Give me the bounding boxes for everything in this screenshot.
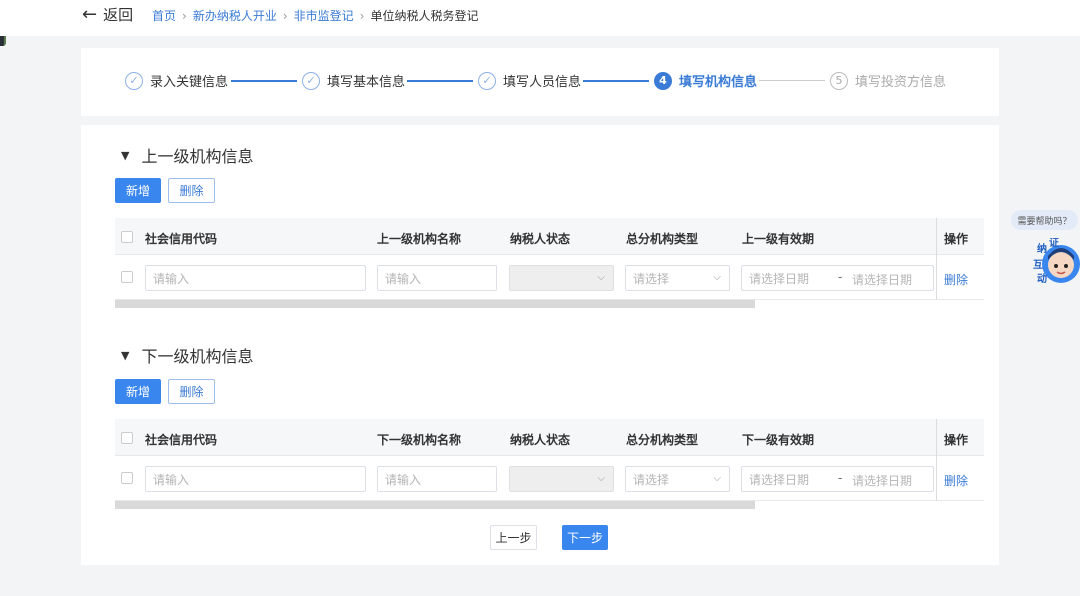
chevron-down-icon: ⌵ bbox=[597, 473, 605, 484]
step-3: ✓ 填写人员信息 bbox=[478, 71, 581, 90]
chevron-down-icon: ⌵ bbox=[713, 272, 721, 283]
column-header: 下一级有效期 bbox=[742, 433, 815, 447]
step-4: 4 填写机构信息 bbox=[654, 71, 757, 90]
taxpayer-status-select: ⌵ bbox=[509, 265, 614, 291]
column-header: 下一级机构名称 bbox=[377, 433, 462, 447]
badge-char: 互 bbox=[1033, 259, 1043, 271]
step-connector bbox=[583, 80, 649, 82]
step-number: 4 bbox=[654, 71, 672, 90]
assistant-mascot-icon: 纳 证 互 动 bbox=[1033, 237, 1080, 285]
step-label: 填写机构信息 bbox=[679, 75, 758, 90]
breadcrumb-new-taxpayer[interactable]: 新办纳税人开业 bbox=[193, 7, 277, 24]
section-title-text: 下一级机构信息 bbox=[141, 347, 254, 366]
delete-button[interactable]: 删除 bbox=[168, 178, 215, 203]
chevron-right-icon: › bbox=[182, 8, 187, 23]
select-placeholder: 请选择 bbox=[633, 472, 670, 487]
chevron-down-icon: ⌵ bbox=[713, 473, 721, 484]
fixed-column-divider bbox=[936, 419, 937, 501]
range-separator: - bbox=[838, 471, 843, 485]
horizontal-scrollbar[interactable] bbox=[115, 501, 755, 509]
step-label: 填写基本信息 bbox=[327, 75, 406, 90]
fixed-column-divider bbox=[936, 218, 937, 300]
step-5: 5 填写投资方信息 bbox=[830, 71, 946, 90]
caret-down-icon: ▼ bbox=[121, 348, 130, 362]
step-label: 填写人员信息 bbox=[503, 75, 582, 90]
section-title-text: 上一级机构信息 bbox=[141, 147, 254, 166]
step-label: 录入关键信息 bbox=[150, 75, 229, 90]
start-date-placeholder: 请选择日期 bbox=[749, 472, 810, 487]
step-connector bbox=[759, 80, 825, 81]
table-header: 社会信用代码 下一级机构名称 纳税人状态 总分机构类型 下一级有效期 操作 bbox=[115, 419, 984, 456]
column-header: 总分机构类型 bbox=[626, 232, 699, 246]
badge-char: 动 bbox=[1037, 272, 1047, 285]
select-all-checkbox[interactable] bbox=[121, 432, 133, 444]
horizontal-scrollbar[interactable] bbox=[115, 300, 755, 308]
row-checkbox[interactable] bbox=[121, 271, 133, 283]
org-name-input[interactable]: 请输入 bbox=[377, 466, 497, 492]
org-name-input[interactable]: 请输入 bbox=[377, 265, 497, 291]
step-1: ✓ 录入关键信息 bbox=[125, 71, 228, 90]
table-row: 请输入 请输入 ⌵ 请选择 ⌵ 请选择日期 - 请选择日期 删除 bbox=[115, 255, 984, 300]
row-delete-link[interactable]: 删除 bbox=[944, 271, 968, 288]
check-icon: ✓ bbox=[478, 71, 496, 90]
column-header: 操作 bbox=[944, 433, 969, 447]
caret-down-icon: ▼ bbox=[121, 148, 130, 162]
table-header: 社会信用代码 上一级机构名称 纳税人状态 总分机构类型 上一级有效期 操作 bbox=[115, 218, 984, 255]
step-connector bbox=[231, 80, 297, 82]
badge-char: 纳 bbox=[1037, 242, 1047, 255]
section-title-child-org[interactable]: ▼ 下一级机构信息 bbox=[121, 343, 253, 367]
credit-code-input[interactable]: 请输入 bbox=[145, 466, 366, 492]
range-separator: - bbox=[838, 270, 843, 284]
breadcrumb: 首页 › 新办纳税人开业 › 非市监登记 › 单位纳税人税务登记 bbox=[152, 7, 479, 24]
column-header: 社会信用代码 bbox=[145, 232, 218, 246]
end-date-placeholder[interactable]: 请选择日期 bbox=[852, 472, 912, 489]
column-header: 总分机构类型 bbox=[626, 433, 699, 447]
top-bar: ← 返回 首页 › 新办纳税人开业 › 非市监登记 › 单位纳税人税务登记 bbox=[0, 0, 1080, 36]
step-label: 填写投资方信息 bbox=[855, 75, 947, 90]
chevron-down-icon: ⌵ bbox=[597, 272, 605, 283]
badge-char: 证 bbox=[1049, 238, 1059, 249]
section-title-parent-org[interactable]: ▼ 上一级机构信息 bbox=[121, 143, 253, 167]
row-delete-link[interactable]: 删除 bbox=[944, 472, 968, 489]
credit-code-input[interactable]: 请输入 bbox=[145, 265, 366, 291]
org-type-select[interactable]: 请选择 ⌵ bbox=[625, 265, 730, 291]
breadcrumb-non-market-reg[interactable]: 非市监登记 bbox=[294, 7, 354, 24]
step-connector bbox=[407, 80, 473, 82]
breadcrumb-home[interactable]: 首页 bbox=[152, 7, 176, 24]
back-label: 返回 bbox=[103, 6, 134, 24]
chevron-right-icon: › bbox=[282, 8, 288, 23]
arrow-left-icon: ← bbox=[82, 3, 98, 25]
assistant-avatar[interactable]: 纳 证 互 动 bbox=[1031, 237, 1080, 288]
next-step-button[interactable]: 下一步 bbox=[562, 525, 608, 550]
taxpayer-status-select: ⌵ bbox=[509, 466, 614, 492]
column-header: 上一级有效期 bbox=[742, 232, 815, 246]
chevron-right-icon: › bbox=[359, 8, 365, 23]
breadcrumb-current: 单位纳税人税务登记 bbox=[370, 9, 479, 23]
start-date-placeholder: 请选择日期 bbox=[749, 271, 810, 286]
column-header: 操作 bbox=[944, 232, 969, 246]
check-icon: ✓ bbox=[302, 71, 320, 90]
org-type-select[interactable]: 请选择 ⌵ bbox=[625, 466, 730, 492]
table-row: 请输入 请输入 ⌵ 请选择 ⌵ 请选择日期 - 请选择日期 删除 bbox=[115, 456, 984, 501]
step-2: ✓ 填写基本信息 bbox=[302, 71, 405, 90]
row-checkbox[interactable] bbox=[121, 472, 133, 484]
column-header: 纳税人状态 bbox=[510, 232, 571, 246]
end-date-placeholder[interactable]: 请选择日期 bbox=[852, 271, 912, 288]
org-info-form: ▼ 上一级机构信息 新增 删除 社会信用代码 上一级机构名称 纳税人状态 总分机… bbox=[81, 125, 999, 565]
prev-step-button[interactable]: 上一步 bbox=[490, 525, 537, 550]
step-progress: ✓ 录入关键信息 ✓ 填写基本信息 ✓ 填写人员信息 4 填写机构信息 5 填写… bbox=[81, 48, 999, 116]
add-button[interactable]: 新增 bbox=[115, 178, 161, 203]
step-number: 5 bbox=[830, 71, 848, 90]
select-all-checkbox[interactable] bbox=[121, 231, 133, 243]
help-bubble[interactable]: 需要帮助吗？ bbox=[1011, 210, 1078, 230]
column-header: 纳税人状态 bbox=[510, 433, 571, 447]
add-button[interactable]: 新增 bbox=[115, 379, 161, 404]
column-header: 上一级机构名称 bbox=[377, 232, 462, 246]
delete-button[interactable]: 删除 bbox=[168, 379, 215, 404]
check-icon: ✓ bbox=[125, 71, 143, 90]
select-placeholder: 请选择 bbox=[633, 271, 670, 286]
back-button[interactable]: ← 返回 bbox=[82, 4, 133, 25]
column-header: 社会信用代码 bbox=[145, 433, 218, 447]
